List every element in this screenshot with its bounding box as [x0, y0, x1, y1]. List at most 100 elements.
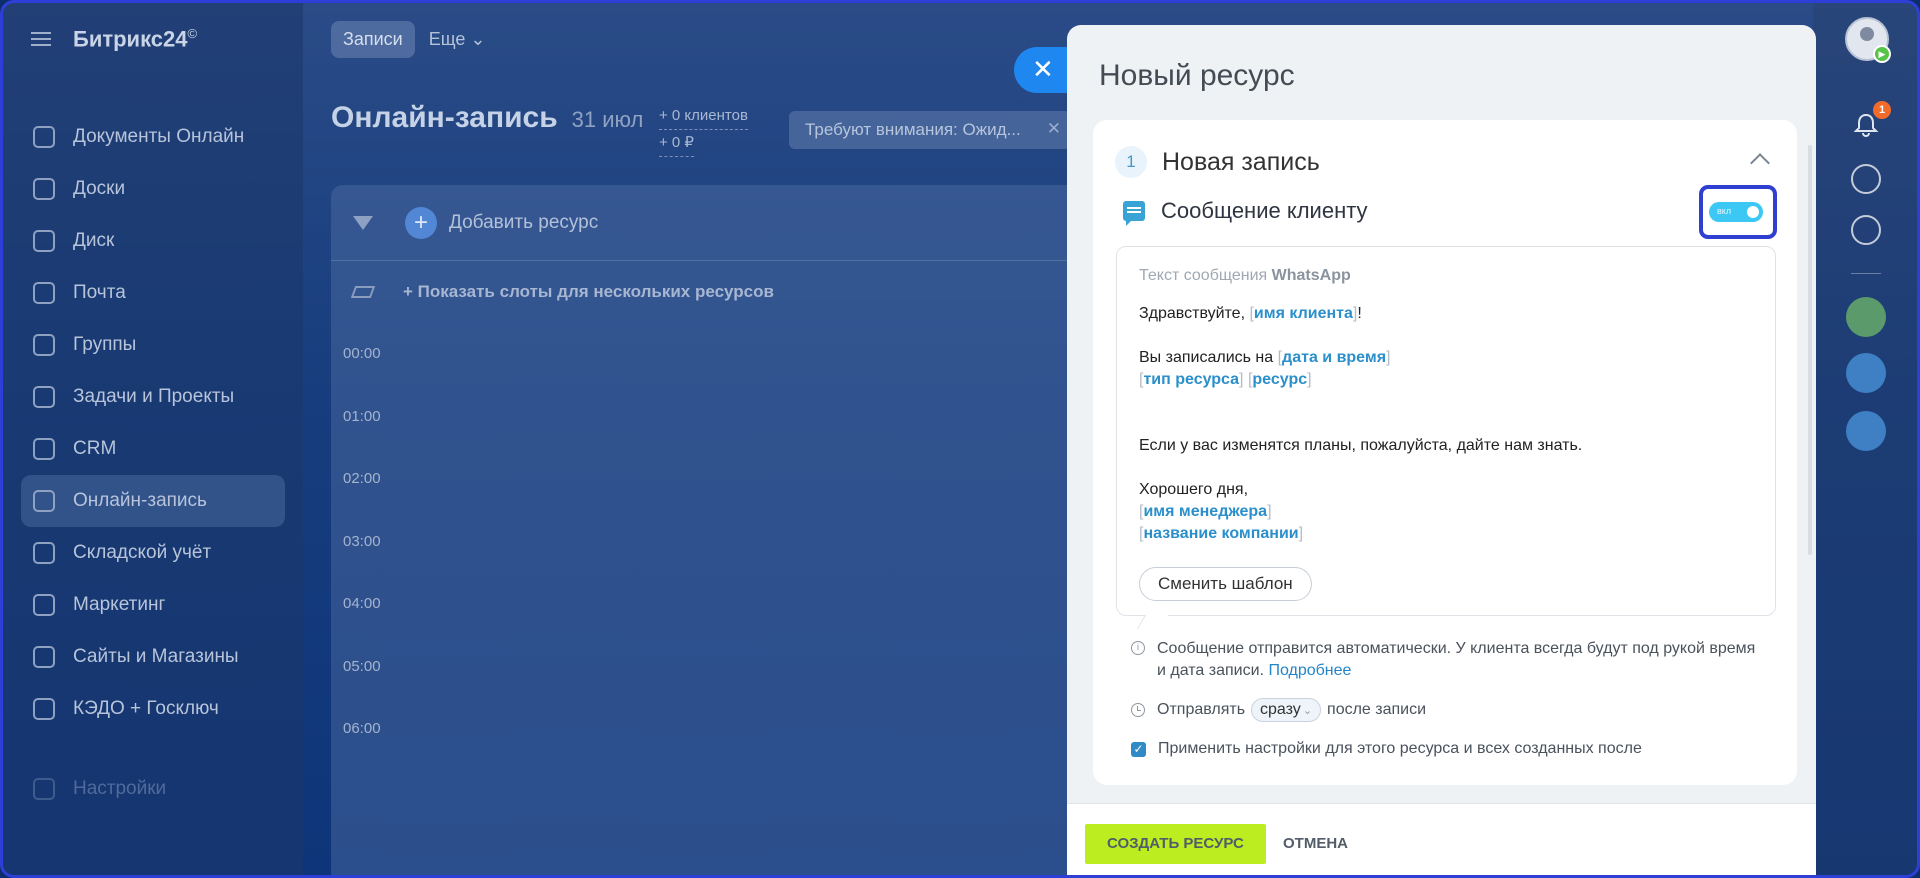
step-header: 1 Новая запись: [1115, 146, 1320, 178]
notification-badge: 1: [1873, 101, 1891, 119]
show-slots-link[interactable]: + Показать слоты для нескольких ресурсов: [403, 282, 774, 302]
status-play-icon: ▶: [1873, 45, 1891, 63]
sync-icon[interactable]: [1851, 215, 1881, 245]
time-label: 00:00: [343, 345, 381, 362]
message-icon: [1123, 201, 1145, 226]
create-resource-button[interactable]: СОЗДАТЬ РЕСУРС: [1085, 824, 1266, 864]
more-link[interactable]: Подробнее: [1268, 662, 1351, 679]
cancel-button[interactable]: ОТМЕНА: [1283, 824, 1348, 864]
new-booking-card: 1 Новая запись Сообщение клиенту вкл Тек…: [1093, 120, 1797, 785]
sidebar-item-crm[interactable]: CRM: [3, 423, 303, 475]
step-number: 1: [1115, 146, 1147, 178]
time-column: 00:00 01:00 02:00 03:00 04:00 05:00 06:0…: [343, 345, 381, 783]
apply-settings-label: Применить настройки для этого ресурса и …: [1158, 740, 1642, 757]
attention-filter[interactable]: Требуют внимания: Ожид... ✕: [789, 111, 1071, 149]
placeholder-datetime[interactable]: дата и время: [1282, 349, 1386, 366]
app-green-icon[interactable]: [1846, 297, 1886, 337]
toggle-label: вкл: [1717, 206, 1732, 216]
board-icon: [33, 178, 55, 200]
calendar-panel: + Добавить ресурс + Показать слоты для н…: [331, 185, 1091, 875]
signature-icon: [33, 698, 55, 720]
cart-icon: [33, 646, 55, 668]
send-timing-select[interactable]: сразу ⌄: [1251, 698, 1322, 722]
filter-icon[interactable]: [353, 215, 373, 230]
chevron-down-icon: ⌄: [1302, 705, 1313, 717]
page-date[interactable]: 31 июл: [572, 107, 644, 133]
sidebar-item-mail[interactable]: Почта: [3, 267, 303, 319]
good-day-line: Хорошего дня,: [1139, 481, 1249, 498]
page-title: Онлайн-запись: [331, 101, 558, 134]
change-template-button[interactable]: Сменить шаблон: [1139, 567, 1312, 601]
add-resource-button[interactable]: + Добавить ресурс: [405, 206, 598, 239]
sidebar-header: Битрикс24©: [3, 3, 303, 75]
warehouse-icon: [33, 542, 55, 564]
sidebar-item-sites[interactable]: Сайты и Магазины: [3, 631, 303, 683]
placeholder-resource-type[interactable]: тип ресурса: [1143, 371, 1239, 388]
app-logo[interactable]: Битрикс24©: [73, 26, 197, 52]
slider-title: Новый ресурс: [1099, 59, 1295, 92]
sidebar-item-marketing[interactable]: Маркетинг: [3, 579, 303, 631]
time-label: 03:00: [343, 532, 381, 550]
placeholder-manager[interactable]: имя менеджера: [1143, 503, 1267, 520]
toggle-highlight: вкл: [1699, 185, 1777, 239]
stats-block: + 0 клиентов + 0 ₽: [659, 103, 748, 157]
revenue-count[interactable]: + 0 ₽: [659, 130, 694, 157]
clear-filter-icon[interactable]: ✕: [1047, 119, 1061, 139]
placeholder-resource[interactable]: ресурс: [1252, 371, 1307, 388]
left-sidebar: Битрикс24© Документы Онлайн Доски Диск П…: [3, 3, 303, 875]
sidebar-item-settings[interactable]: Настройки: [3, 763, 303, 815]
time-label: 04:00: [343, 595, 381, 612]
client-message-title: Сообщение клиенту: [1161, 198, 1368, 223]
sidebar-item-tasks[interactable]: Задачи и Проекты: [3, 371, 303, 423]
new-resource-slider: Новый ресурс 1 Новая запись Сообщение кл…: [1067, 25, 1816, 875]
bookmark-icon[interactable]: [1846, 411, 1886, 451]
gear-icon: [33, 778, 55, 800]
tasks-icon: [33, 386, 55, 408]
placeholder-client-name[interactable]: имя клиента: [1254, 305, 1353, 322]
sidebar-item-documents[interactable]: Документы Онлайн: [3, 111, 303, 163]
chat-icon[interactable]: [1846, 353, 1886, 393]
fingerprint-icon[interactable]: [1851, 164, 1881, 194]
apply-settings-checkbox[interactable]: ✓: [1131, 741, 1146, 757]
crm-icon: [33, 438, 55, 460]
toggle-knob: [1747, 206, 1759, 218]
info-row: i Сообщение отправится автоматически. У …: [1131, 638, 1767, 682]
sidebar-item-kedo[interactable]: КЭДО + Госключ: [3, 683, 303, 735]
sidebar-item-groups[interactable]: Группы: [3, 319, 303, 371]
manager-line: [имя менеджера]: [1139, 503, 1272, 520]
calendar-toolbar: + Добавить ресурс: [331, 185, 1091, 261]
message-text: Здравствуйте, [имя клиента]! Вы записали…: [1139, 303, 1759, 545]
time-label: 05:00: [343, 657, 381, 675]
apply-settings-row: ✓ Применить настройки для этого ресурса …: [1131, 740, 1642, 758]
client-message-header: Сообщение клиенту: [1123, 198, 1368, 226]
placeholder-company[interactable]: название компании: [1143, 525, 1298, 542]
menu-icon[interactable]: [31, 32, 51, 46]
info-icon: i: [1131, 641, 1145, 655]
plans-line: Если у вас изменятся планы, пожалуйста, …: [1139, 437, 1583, 454]
top-bar: Записи Еще ⌄: [331, 21, 485, 58]
sidebar-item-booking[interactable]: Онлайн-запись: [21, 475, 285, 527]
company-line: [название компании]: [1139, 525, 1304, 542]
scrollbar[interactable]: [1808, 145, 1812, 555]
time-label: 06:00: [343, 720, 381, 737]
target-icon: [33, 594, 55, 616]
app-frame: Битрикс24© Документы Онлайн Доски Диск П…: [0, 0, 1920, 878]
clock-icon: [1131, 703, 1145, 717]
sidebar-item-disk[interactable]: Диск: [3, 215, 303, 267]
send-timing-row: Отправлять сразу ⌄ после записи: [1131, 698, 1426, 722]
client-message-toggle[interactable]: вкл: [1709, 202, 1763, 222]
message-template-box: Текст сообщения WhatsApp Здравствуйте, […: [1116, 246, 1776, 616]
right-icon-bar: ▶ 1: [1813, 3, 1917, 875]
sidebar-menu: Документы Онлайн Доски Диск Почта Группы…: [3, 111, 303, 815]
time-label: 01:00: [343, 407, 381, 425]
chevron-up-icon[interactable]: [1750, 153, 1770, 173]
disk-icon: [33, 230, 55, 252]
calendar-icon: [33, 490, 55, 512]
clients-count[interactable]: + 0 клиентов: [659, 103, 748, 130]
step-title: Новая запись: [1162, 147, 1320, 176]
document-icon: [33, 126, 55, 148]
sidebar-item-boards[interactable]: Доски: [3, 163, 303, 215]
sidebar-item-inventory[interactable]: Складской учёт: [3, 527, 303, 579]
tab-more[interactable]: Еще ⌄: [429, 29, 486, 50]
tab-records[interactable]: Записи: [331, 21, 415, 58]
